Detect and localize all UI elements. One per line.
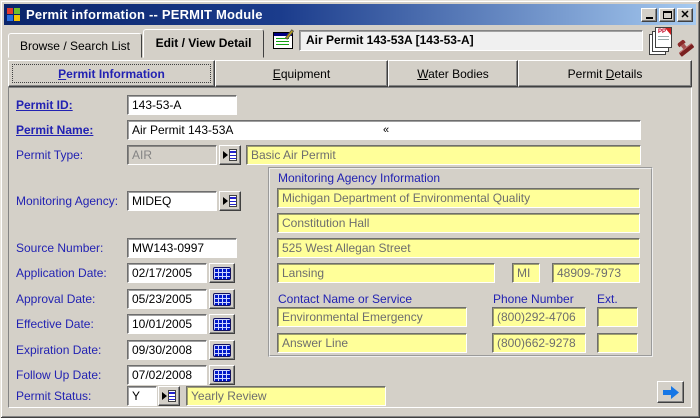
permit-status-label: Permit Status: <box>16 386 91 406</box>
approval-date-calendar-button[interactable] <box>209 289 235 309</box>
tab-edit-view-detail[interactable]: Edit / View Detail <box>143 29 264 58</box>
dropdown-arrow-icon <box>223 197 228 205</box>
report-stamp-button[interactable]: PP <box>649 27 696 57</box>
hotkey-letter: E <box>273 67 281 81</box>
effective-date-label: Effective Date: <box>16 314 94 334</box>
tab-label-pre: Permit <box>568 67 606 81</box>
approval-date-input[interactable] <box>127 289 207 309</box>
permit-status-input[interactable] <box>127 386 157 406</box>
stamp-icon <box>673 36 697 60</box>
window-title: Permit information -- PERMIT Module <box>26 7 263 22</box>
contact-ext-field <box>597 333 638 353</box>
monitoring-agency-input[interactable] <box>127 191 217 211</box>
agency-city-field: Lansing <box>277 263 495 283</box>
hotkey-letter: W <box>417 67 428 81</box>
tab-label-post: ater Bodies <box>428 67 489 81</box>
source-number-label: Source Number: <box>16 238 103 258</box>
permit-name-input[interactable] <box>127 120 641 140</box>
expiration-date-label: Expiration Date: <box>16 340 101 360</box>
monitoring-agency-label: Monitoring Agency: <box>16 191 118 211</box>
application-date-input[interactable] <box>127 263 207 283</box>
calendar-icon <box>213 318 231 331</box>
calendar-icon <box>213 267 231 280</box>
monitoring-agency-dropdown-button[interactable] <box>219 191 241 211</box>
effective-date-calendar-button[interactable] <box>209 314 235 334</box>
agency-name-field: Michigan Department of Environmental Qua… <box>277 188 640 208</box>
record-display: Air Permit 143-53A [143-53-A] <box>299 30 643 51</box>
tab-label: Permit Details <box>568 67 643 81</box>
agency-state-field: MI <box>512 263 540 283</box>
permit-id-label: Permit ID: <box>16 95 73 115</box>
contact-name-field: Answer Line <box>277 333 467 353</box>
tab-equipment[interactable]: Equipment <box>215 60 388 87</box>
permit-type-input <box>127 145 217 165</box>
minimize-icon <box>646 17 653 19</box>
contact-phone-field: (800)292-4706 <box>492 307 586 327</box>
source-number-input[interactable] <box>127 238 237 258</box>
calendar-icon <box>213 293 231 306</box>
permit-status-description: Yearly Review <box>186 386 386 406</box>
maximize-button[interactable] <box>659 8 675 22</box>
expiration-date-calendar-button[interactable] <box>209 340 235 360</box>
contact-phone-field: (800)662-9278 <box>492 333 586 353</box>
permit-type-description: Basic Air Permit <box>246 145 641 165</box>
follow-up-date-label: Follow Up Date: <box>16 365 101 385</box>
monitoring-agency-panel-title: Monitoring Agency Information <box>278 171 440 185</box>
titlebar[interactable]: Permit information -- PERMIT Module ✕ <box>4 4 696 25</box>
tab-label: Permit Information <box>58 67 165 81</box>
tab-label: Equipment <box>273 67 330 81</box>
report-icon-lines <box>658 36 669 41</box>
permit-type-label: Permit Type: <box>16 145 83 165</box>
application-date-calendar-button[interactable] <box>209 263 235 283</box>
phone-number-header: Phone Number <box>493 291 574 307</box>
expiration-date-input[interactable] <box>127 340 207 360</box>
calendar-icon <box>213 344 231 357</box>
permit-module-window: Permit information -- PERMIT Module ✕ Br… <box>0 0 700 418</box>
dropdown-list-icon <box>229 195 237 207</box>
close-button[interactable]: ✕ <box>677 8 693 22</box>
tab-label-post: ermit Information <box>66 67 165 81</box>
report-icon: PP <box>655 27 672 48</box>
dropdown-arrow-icon <box>162 392 167 400</box>
dropdown-list-icon <box>229 149 237 161</box>
windows-logo-icon[interactable] <box>7 8 22 22</box>
effective-date-input[interactable] <box>127 314 207 334</box>
ext-header: Ext. <box>597 291 618 307</box>
dropdown-arrow-icon <box>223 151 228 159</box>
tab-water-bodies[interactable]: Water Bodies <box>388 60 518 87</box>
follow-up-date-calendar-button[interactable] <box>209 365 235 385</box>
calendar-icon <box>213 369 231 382</box>
minimize-button[interactable] <box>641 8 657 22</box>
contact-ext-field <box>597 307 638 327</box>
tab-permit-information[interactable]: Permit Information <box>8 60 215 87</box>
agency-address1-field: Constitution Hall <box>277 213 640 233</box>
red-flag-icon <box>665 28 671 35</box>
maximize-icon <box>663 11 672 19</box>
tab-label-post: quipment <box>281 67 330 81</box>
permit-type-dropdown-button[interactable] <box>219 145 241 165</box>
pencil-icon <box>285 29 294 40</box>
close-icon: ✕ <box>680 10 689 20</box>
next-record-button[interactable] <box>657 381 684 403</box>
approval-date-label: Approval Date: <box>16 289 95 309</box>
follow-up-date-input[interactable] <box>127 365 207 385</box>
tab-browse-search-list[interactable]: Browse / Search List <box>8 33 142 58</box>
contact-name-field: Environmental Emergency <box>277 307 467 327</box>
permit-id-input[interactable] <box>127 95 237 115</box>
tab-permit-details[interactable]: Permit Details <box>518 60 692 87</box>
contact-name-header: Contact Name or Service <box>278 291 412 307</box>
tab-label-post: etails <box>614 67 642 81</box>
form-window-icon[interactable] <box>273 32 293 49</box>
tab-label: Water Bodies <box>417 67 489 81</box>
permit-name-label: Permit Name: <box>16 120 93 140</box>
application-date-label: Application Date: <box>16 263 107 283</box>
agency-zip-field: 48909-7973 <box>552 263 640 283</box>
right-arrow-icon <box>663 386 679 399</box>
permit-status-dropdown-button[interactable] <box>158 386 180 406</box>
dropdown-list-icon <box>168 390 176 402</box>
hotkey-letter: P <box>58 67 66 81</box>
agency-address2-field: 525 West Allegan Street <box>277 238 640 258</box>
